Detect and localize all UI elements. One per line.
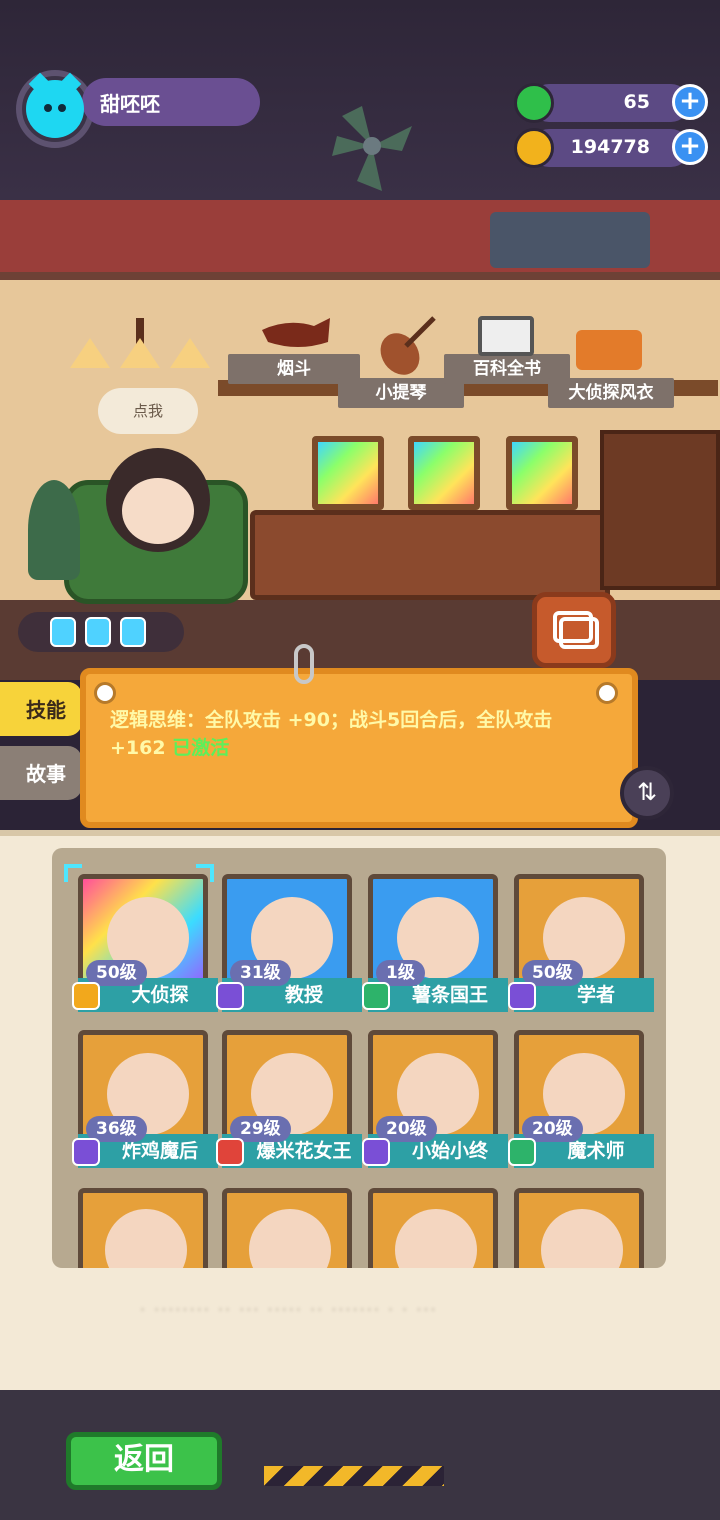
character-head (105, 1209, 187, 1268)
rarity-badge-icon (216, 982, 244, 1010)
skill-description: 逻辑思维：全队攻击 +90；战斗5回合后，全队攻击 +162 已激活 (110, 706, 610, 762)
character-head (541, 1209, 623, 1268)
character-card-partial[interactable] (222, 1188, 352, 1268)
pin-icon (596, 682, 618, 704)
tab-skills[interactable]: 技能 (0, 682, 82, 736)
character-card[interactable]: 教授 31级 (216, 874, 362, 1014)
coat-icon (576, 330, 642, 370)
chandelier-icon (70, 318, 210, 368)
character-card[interactable]: 学者 50级 (508, 874, 654, 1014)
energy-slot-icon (120, 617, 146, 647)
ghost-panel (490, 212, 650, 268)
add-gems-button[interactable]: + (672, 84, 708, 120)
speech-bubble[interactable]: 点我 (98, 388, 198, 434)
energy-bar (18, 612, 184, 652)
character-card-partial[interactable] (78, 1188, 208, 1268)
plant-icon (28, 480, 80, 580)
gems-counter: 65 (530, 84, 690, 122)
character-card[interactable]: 薯条国王 1级 (362, 874, 508, 1014)
swap-icon: ⇅ (636, 778, 658, 806)
character-card[interactable]: 爆米花女王 29级 (216, 1030, 362, 1170)
cat-face-icon (44, 104, 66, 112)
portrait-frame (408, 436, 480, 510)
character-card[interactable]: 魔术师 20级 (508, 1030, 654, 1170)
paper-clip-icon (294, 644, 314, 684)
fan-icon (332, 106, 412, 191)
selection-corner-icon (64, 864, 82, 882)
character-card[interactable]: 小始小终 20级 (362, 1030, 508, 1170)
tab-story[interactable]: 故事 (0, 746, 82, 800)
portrait-frame (506, 436, 578, 510)
selection-corner-icon (196, 864, 214, 882)
swap-button[interactable]: ⇅ (620, 766, 674, 820)
pipe-icon (262, 318, 330, 347)
character-card[interactable]: 炸鸡魔后 36级 (72, 1030, 218, 1170)
rarity-badge-icon (72, 1138, 100, 1166)
energy-slot-icon (50, 617, 76, 647)
back-button[interactable]: 返回 (66, 1432, 222, 1490)
portrait-frame (312, 436, 384, 510)
rarity-badge-icon (72, 982, 100, 1010)
character-card-partial[interactable] (368, 1188, 498, 1268)
coin-icon (514, 128, 554, 168)
skill-status: 已激活 (172, 737, 230, 759)
hazard-stripe (264, 1466, 444, 1486)
character-card-partial[interactable] (514, 1188, 644, 1268)
rarity-badge-icon (216, 1138, 244, 1166)
add-coins-button[interactable]: + (672, 129, 708, 165)
rarity-badge-icon (362, 1138, 390, 1166)
game-screen: 甜呸呸 65 + 194778 + 烟斗 小提琴 百科全书 大侦探风衣 点我 技… (0, 0, 720, 1520)
encyclopedia-icon (478, 316, 534, 356)
player-name: 甜呸呸 (82, 78, 260, 126)
violin-icon (380, 316, 436, 375)
coins-counter: 194778 (530, 129, 690, 167)
energy-slot-icon (85, 617, 111, 647)
character-head (395, 1209, 477, 1268)
shelf-item-coat[interactable]: 大侦探风衣 (548, 378, 674, 408)
rarity-badge-icon (508, 1138, 536, 1166)
rarity-badge-icon (508, 982, 536, 1010)
character-head (249, 1209, 331, 1268)
pin-icon (94, 682, 116, 704)
avatar[interactable] (26, 72, 84, 138)
character-card[interactable]: 大侦探 50级 (64, 864, 218, 1014)
cards-icon (553, 611, 599, 649)
detective-face (122, 478, 194, 544)
bookcase (600, 430, 720, 590)
card-collection-button[interactable] (532, 592, 616, 668)
gem-icon (514, 83, 554, 123)
rarity-badge-icon (362, 982, 390, 1010)
blurred-hint-text: · ········ ·· ··· ····· ·· ······· · · ·… (140, 1300, 438, 1319)
desk (250, 510, 610, 600)
